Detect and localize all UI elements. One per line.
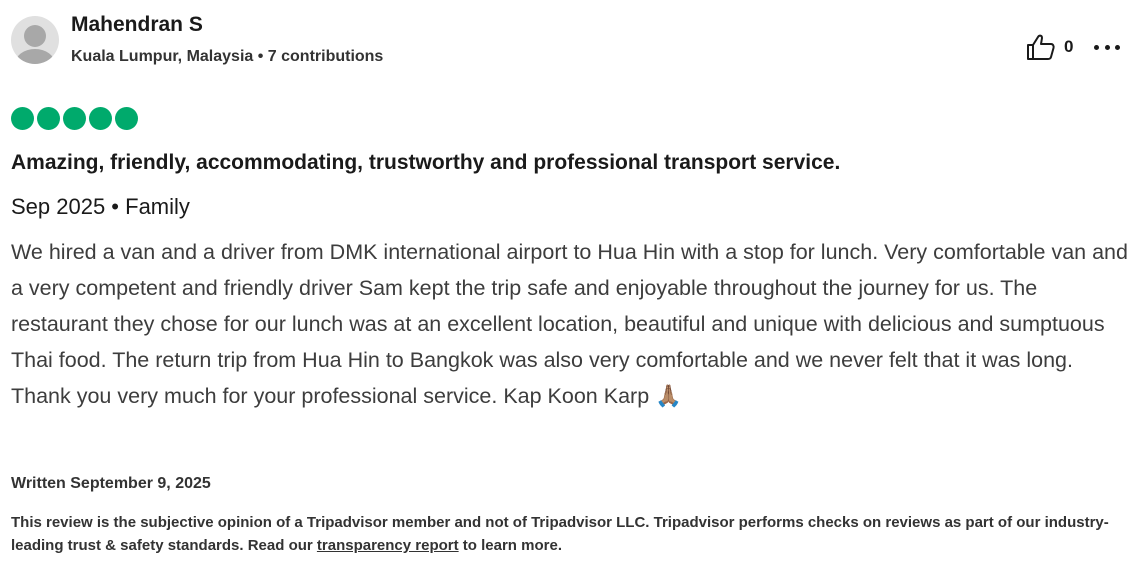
rating-bubble bbox=[115, 107, 138, 130]
rating-bubble bbox=[37, 107, 60, 130]
review-body: We hired a van and a driver from DMK int… bbox=[11, 240, 1128, 408]
avatar-head-shape bbox=[24, 25, 46, 47]
trip-info: Sep 2025 • Family bbox=[11, 194, 190, 219]
rating-bubbles bbox=[11, 107, 138, 130]
more-dot bbox=[1104, 44, 1110, 50]
rating-bubble bbox=[89, 107, 112, 130]
avatar[interactable] bbox=[11, 16, 59, 64]
disclaimer-text-end: to learn more. bbox=[458, 537, 562, 554]
rating-bubble bbox=[11, 107, 34, 130]
helpful-vote-button[interactable]: 0 bbox=[1026, 33, 1073, 61]
more-dot bbox=[1094, 44, 1099, 50]
avatar-shoulders-shape bbox=[15, 49, 55, 64]
helpful-count: 0 bbox=[1064, 37, 1074, 56]
author-name[interactable]: Mahendran S bbox=[71, 13, 203, 37]
more-dot bbox=[1115, 44, 1120, 50]
transparency-report-link[interactable]: transparency report bbox=[317, 537, 459, 554]
thumbs-up-icon bbox=[1027, 34, 1055, 60]
more-options-button[interactable] bbox=[1094, 34, 1120, 60]
author-meta: Kuala Lumpur, Malaysia • 7 contributions bbox=[71, 48, 384, 65]
review-title[interactable]: Amazing, friendly, accommodating, trustw… bbox=[11, 151, 840, 175]
disclaimer: This review is the subjective opinion of… bbox=[11, 511, 1139, 557]
rating-bubble bbox=[63, 107, 86, 130]
written-date: Written September 9, 2025 bbox=[11, 475, 211, 492]
